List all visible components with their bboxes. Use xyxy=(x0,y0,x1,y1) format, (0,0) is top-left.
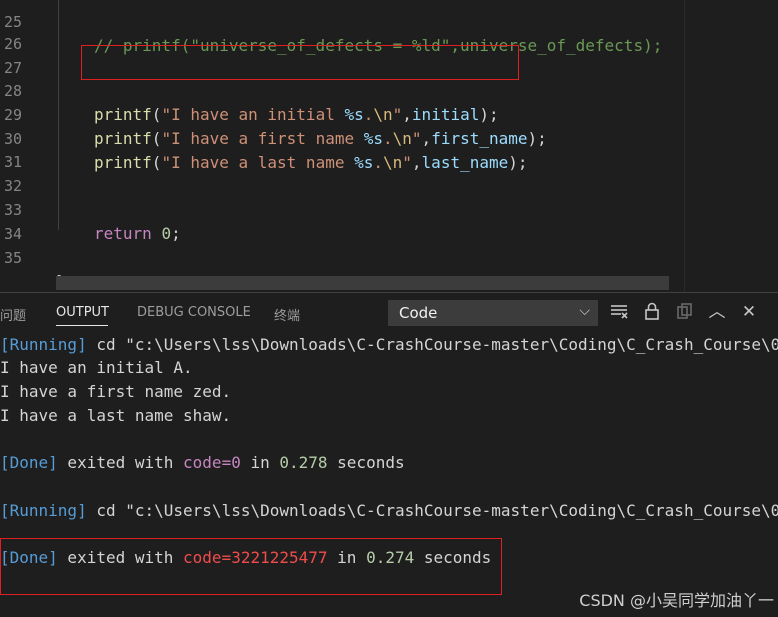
tab-problems[interactable]: 问题 xyxy=(0,305,26,324)
watermark: CSDN @小吴同学加油丫一 xyxy=(579,591,774,610)
tab-terminal[interactable]: 终端 xyxy=(274,305,300,324)
output-channel-select[interactable]: Code ⌵ xyxy=(388,300,598,326)
highlight-box-printf xyxy=(81,45,519,80)
horizontal-scrollbar[interactable] xyxy=(56,276,669,290)
code-text: return 0; xyxy=(94,224,181,243)
code-line-30: 30 printf("I have a last name %s.\n",las… xyxy=(0,103,528,172)
output-line-running-2: [Running] cd "c:\Users\lss\Downloads\C-C… xyxy=(0,501,778,520)
output-channel-value: Code xyxy=(399,304,438,322)
indent-guide xyxy=(58,0,59,230)
output-line-2: I have a first name zed. xyxy=(0,382,232,401)
code-line-32: 32 xyxy=(0,150,39,195)
clear-output-icon[interactable] xyxy=(609,302,629,322)
highlight-box-error xyxy=(0,538,502,595)
code-line-31: 31 xyxy=(0,126,39,171)
code-line-28: 28 printf("I have an initial %s.\n",init… xyxy=(0,55,499,124)
output-line-3: I have a last name shaw. xyxy=(0,406,232,425)
tab-output[interactable]: OUTPUT xyxy=(56,305,109,320)
code-text: printf("I have a last name %s.\n",last_n… xyxy=(94,153,528,172)
chevron-down-icon: ⌵ xyxy=(579,303,590,319)
output-line-running-1: [Running] cd "c:\Users\lss\Downloads\C-C… xyxy=(0,335,778,354)
code-line-29: 29 printf("I have a first name %s.\n",fi… xyxy=(0,79,547,148)
code-line-34: 34 xyxy=(0,198,39,243)
close-icon[interactable]: ✕ xyxy=(739,302,759,322)
code-line-33: 33 return 0; xyxy=(0,174,181,243)
tab-debug-console[interactable]: DEBUG CONSOLE xyxy=(137,305,251,320)
code-line-27: 27 xyxy=(0,32,39,77)
code-line-35: 35 } xyxy=(0,222,66,291)
line-number: 35 xyxy=(3,249,22,267)
chevron-up-icon[interactable]: ︿ xyxy=(707,302,727,322)
code-editor[interactable]: 25 // printf("universe_of_defects = %ld"… xyxy=(0,0,778,292)
active-tab-indicator xyxy=(56,325,108,326)
output-line-done-1: [Done] exited with code=0 in 0.278 secon… xyxy=(0,453,405,472)
code-line-26: 26 xyxy=(0,8,39,53)
output-line-1: I have an initial A. xyxy=(0,358,193,377)
copy-icon[interactable] xyxy=(675,302,695,322)
lock-icon[interactable] xyxy=(642,302,662,322)
code-text: printf("I have an initial %s.\n",initial… xyxy=(94,105,499,124)
minimap-edge xyxy=(684,0,685,292)
code-text: printf("I have a first name %s.\n",first… xyxy=(94,129,547,148)
